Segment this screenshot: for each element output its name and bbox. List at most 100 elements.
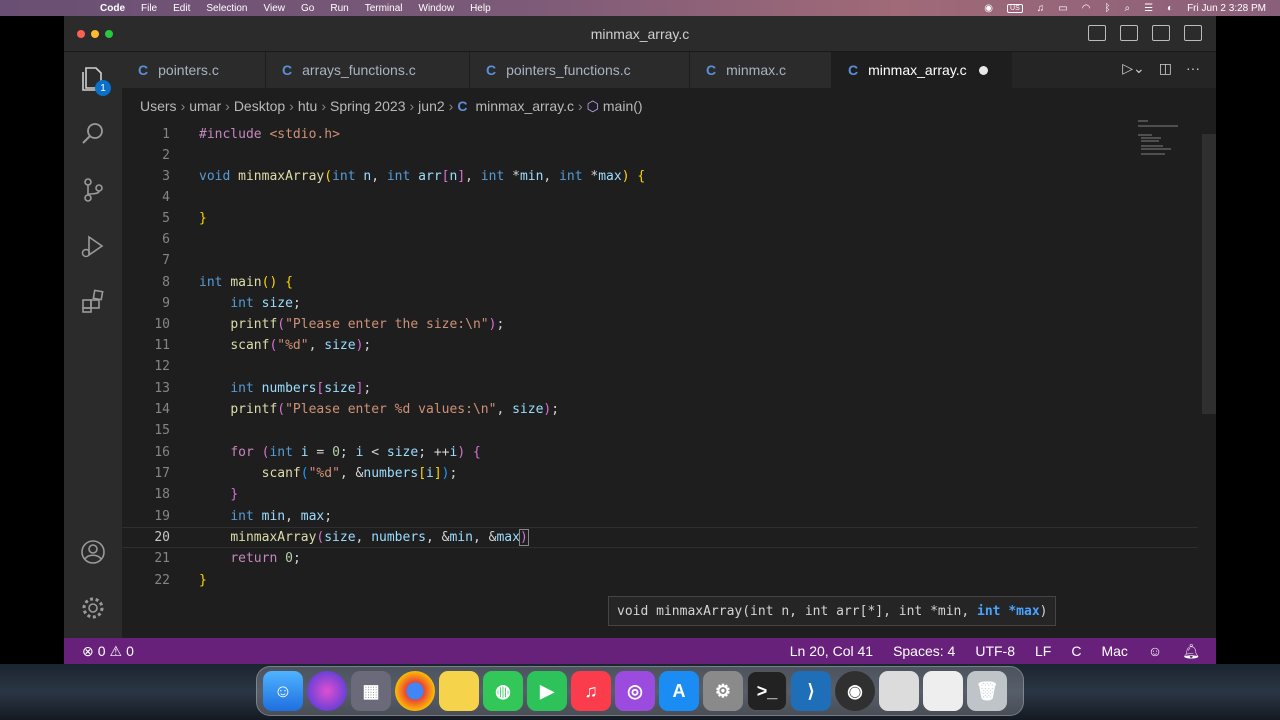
breadcrumb-file[interactable]: minmax_array.c [475, 98, 574, 114]
notifications-bell-icon[interactable]: 🔔︎ [1182, 643, 1200, 660]
toggle-secondary-sidebar-icon[interactable] [1152, 25, 1170, 41]
source-control-icon[interactable] [77, 174, 109, 206]
breadcrumb-symbol[interactable]: main() [603, 98, 643, 114]
search-view-icon[interactable] [77, 118, 109, 150]
accounts-icon[interactable] [77, 536, 109, 568]
obs-icon[interactable]: ◉ [984, 3, 993, 14]
menu-file[interactable]: File [141, 3, 157, 14]
code-text: scanf("%d", size); [230, 338, 372, 353]
trash-icon[interactable]: 🗑︎ [967, 671, 1007, 711]
menu-window[interactable]: Window [419, 3, 455, 14]
extensions-icon[interactable] [77, 286, 109, 318]
tab-label: pointers.c [158, 62, 219, 78]
line-number: 2 [162, 148, 170, 163]
breadcrumb-item[interactable]: Spring 2023 [330, 98, 406, 114]
finder-icon[interactable]: ☺ [263, 671, 303, 711]
vscode-icon[interactable]: ⟩ [791, 671, 831, 711]
notes-icon[interactable] [439, 671, 479, 711]
battery-icon[interactable]: ▭ [1058, 3, 1067, 14]
line-number: 11 [154, 338, 170, 353]
toggle-primary-sidebar-icon[interactable] [1088, 25, 1106, 41]
minimize-window-button[interactable] [91, 30, 99, 38]
problems-indicator[interactable]: ⊗ 0 ⚠ 0 [82, 643, 134, 660]
search-icon[interactable]: ⌕ [1124, 3, 1130, 14]
explorer-icon[interactable]: 1 [77, 62, 111, 96]
vscode-window: minmax_array.c 1 C pointers.c C arrays_f… [64, 16, 1216, 664]
podcasts-icon[interactable]: ◎ [615, 671, 655, 711]
editor-scrollbar[interactable] [1202, 134, 1216, 414]
breadcrumb-item[interactable]: umar [189, 98, 221, 114]
split-editor-icon[interactable]: ◫ [1159, 60, 1172, 77]
encoding[interactable]: UTF-8 [975, 643, 1015, 659]
line-number: 18 [154, 487, 170, 502]
breadcrumb-item[interactable]: Users [140, 98, 177, 114]
tab-label: minmax_array.c [868, 62, 967, 78]
breadcrumb-item[interactable]: Desktop [234, 98, 285, 114]
headphones-icon[interactable]: ♫ [1037, 3, 1045, 14]
close-window-button[interactable] [77, 30, 85, 38]
obs-studio-icon[interactable]: ◉ [835, 671, 875, 711]
code-text: printf("Please enter the size:\n"); [230, 317, 505, 332]
language-mode[interactable]: C [1071, 643, 1081, 659]
menu-help[interactable]: Help [470, 3, 491, 14]
line-number: 17 [154, 466, 170, 481]
end-of-line[interactable]: LF [1035, 643, 1051, 659]
menu-view[interactable]: View [264, 3, 286, 14]
cursor-position[interactable]: Ln 20, Col 41 [790, 643, 873, 659]
tab-minmax[interactable]: C minmax.c [690, 52, 832, 88]
toggle-panel-icon[interactable] [1120, 25, 1138, 41]
code-editor[interactable]: 1 #include <stdio.h> 2 3 void minmaxArray(… [122, 120, 1216, 638]
menu-go[interactable]: Go [301, 3, 314, 14]
code-line: 15 [122, 420, 1198, 441]
platform[interactable]: Mac [1101, 643, 1127, 659]
music-icon[interactable]: ♫ [571, 671, 611, 711]
input-source-badge[interactable]: US [1007, 3, 1023, 13]
customize-layout-icon[interactable] [1184, 25, 1202, 41]
more-actions-icon[interactable]: ··· [1186, 60, 1200, 77]
system-settings-icon[interactable]: ⚙ [703, 671, 743, 711]
menu-edit[interactable]: Edit [173, 3, 190, 14]
menu-run[interactable]: Run [330, 3, 348, 14]
tab-minmax-array[interactable]: C minmax_array.c [832, 52, 1012, 88]
bluetooth-icon[interactable]: ᛒ [1104, 3, 1110, 14]
feedback-icon[interactable]: ☺ [1148, 643, 1162, 659]
wifi-icon[interactable]: ◠ [1082, 3, 1091, 14]
manage-gear-icon[interactable] [77, 592, 109, 624]
status-bar: ⊗ 0 ⚠ 0 Ln 20, Col 41 Spaces: 4 UTF-8 LF… [64, 638, 1216, 664]
line-number: 7 [162, 253, 170, 268]
editor-tab-bar: C pointers.c C arrays_functions.c C poin… [122, 52, 1216, 88]
tab-pointers[interactable]: C pointers.c [122, 52, 266, 88]
zoom-window-button[interactable] [105, 30, 113, 38]
menu-clock[interactable]: Fri Jun 2 3:28 PM [1187, 3, 1266, 14]
terminal-icon[interactable]: >_ [747, 671, 787, 711]
siri-icon[interactable] [307, 671, 347, 711]
indentation[interactable]: Spaces: 4 [893, 643, 955, 659]
run-debug-icon[interactable] [77, 230, 109, 262]
tab-pointers-functions[interactable]: C pointers_functions.c [470, 52, 690, 88]
menu-selection[interactable]: Selection [206, 3, 247, 14]
breadcrumb-item[interactable]: htu [298, 98, 317, 114]
chrome-icon[interactable] [395, 671, 435, 711]
signature-suffix: ) [1039, 603, 1048, 619]
siri-icon[interactable]: ◐ [1167, 3, 1173, 14]
control-center-icon[interactable]: ☰ [1144, 3, 1153, 14]
line-number: 1 [162, 127, 170, 142]
screenshots-folder-icon[interactable] [879, 671, 919, 711]
chevron-right-icon: › [448, 98, 454, 114]
menu-app-name[interactable]: Code [100, 3, 125, 14]
minimap[interactable] [1138, 120, 1198, 160]
downloads-stack-icon[interactable] [923, 671, 963, 711]
launchpad-icon[interactable]: ▦ [351, 671, 391, 711]
facetime-icon[interactable]: ▶ [527, 671, 567, 711]
unsaved-dot-icon[interactable] [978, 65, 988, 75]
run-code-icon[interactable]: ▷⌄ [1122, 60, 1145, 77]
app-store-icon[interactable]: A [659, 671, 699, 711]
chevron-right-icon: › [225, 98, 230, 114]
breadcrumb-item[interactable]: jun2 [418, 98, 444, 114]
line-number: 13 [154, 381, 170, 396]
code-line: 1 #include <stdio.h> [122, 124, 1198, 145]
messages-icon[interactable]: ◍ [483, 671, 523, 711]
c-file-icon: C [848, 62, 859, 78]
menu-terminal[interactable]: Terminal [365, 3, 403, 14]
tab-arrays-functions[interactable]: C arrays_functions.c [266, 52, 470, 88]
